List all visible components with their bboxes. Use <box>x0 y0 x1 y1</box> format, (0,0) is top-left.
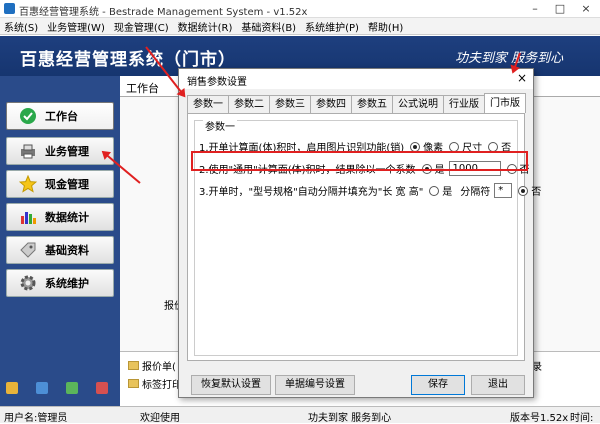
dialog-titlebar: 销售参数设置 × <box>179 69 533 89</box>
menu-cash[interactable]: 现金管理(C) <box>114 19 169 34</box>
banner-title: 百惠经营管理系统（门市） <box>20 50 236 70</box>
lock-icon[interactable] <box>6 382 18 394</box>
dialog-title: 销售参数设置 <box>187 77 247 88</box>
list-item[interactable]: 报价单( <box>128 358 176 373</box>
sidebar-item-label: 数据统计 <box>45 211 89 224</box>
menu-statistics[interactable]: 数据统计(R) <box>178 19 233 34</box>
menu-maintenance[interactable]: 系统维护(P) <box>305 19 359 34</box>
option-label: 3.开单时，"型号规格"自动分隔并填充为"长 宽 高" <box>199 187 424 198</box>
tab-industry[interactable]: 行业版 <box>443 95 485 113</box>
tab-param-3[interactable]: 参数三 <box>269 95 311 113</box>
info-icon[interactable] <box>36 382 48 394</box>
sidebar-item-business[interactable]: 业务管理 <box>6 137 114 165</box>
minimize-button[interactable]: – <box>527 1 543 17</box>
group-title: 参数一 <box>203 118 237 133</box>
radio-yes[interactable] <box>429 185 440 196</box>
dialog-close-button[interactable]: × <box>517 71 527 85</box>
sidebar-item-label: 工作台 <box>45 110 78 123</box>
banner-slogan: 功夫到家 服务到心 <box>455 51 564 66</box>
tab-param-5[interactable]: 参数五 <box>351 95 393 113</box>
exit-icon[interactable] <box>96 382 108 394</box>
tab-store[interactable]: 门市版 <box>484 93 526 113</box>
list-item[interactable]: 标签打印 <box>128 376 182 391</box>
separator-input[interactable]: * <box>494 183 513 198</box>
sidebar-item-maintenance[interactable]: 系统维护 <box>6 269 114 297</box>
radio-pixel[interactable] <box>410 141 421 152</box>
status-slogan: 功夫到家 服务到心 <box>308 413 392 424</box>
star-icon <box>19 175 37 193</box>
numbering-settings-button[interactable]: 单据编号设置 <box>275 375 355 395</box>
radio-size[interactable] <box>449 141 460 152</box>
status-welcome: 欢迎使用 <box>140 413 180 424</box>
sidebar: 工作台 业务管理 现金管理 数据统计 基础资料 系统维护 <box>0 76 120 406</box>
tag-icon <box>19 241 37 259</box>
menu-help[interactable]: 帮助(H) <box>368 19 403 34</box>
status-user: 用户名:管理员 <box>4 413 68 424</box>
app-icon <box>4 3 15 14</box>
sidebar-item-basic-data[interactable]: 基础资料 <box>6 236 114 264</box>
menu-business[interactable]: 业务管理(W) <box>47 19 105 34</box>
highlight-box <box>191 151 528 171</box>
sidebar-item-label: 系统维护 <box>45 277 89 290</box>
tab-workbench[interactable]: 工作台 <box>126 80 159 96</box>
dialog-tabs: 参数一 参数二 参数三 参数四 参数五 公式说明 行业版 门市版 <box>187 93 526 113</box>
save-button[interactable]: 保存 <box>411 375 465 395</box>
printer-icon <box>19 142 37 160</box>
refresh-icon[interactable] <box>66 382 78 394</box>
status-version: 版本号1.52x <box>510 413 569 424</box>
sidebar-item-statistics[interactable]: 数据统计 <box>6 203 114 231</box>
tab-param-2[interactable]: 参数二 <box>228 95 270 113</box>
sidebar-item-label: 现金管理 <box>45 178 89 191</box>
radio-no[interactable] <box>488 141 499 152</box>
gear-icon <box>19 274 37 292</box>
menu-system[interactable]: 系统(S) <box>4 19 38 34</box>
close-button[interactable]: × <box>578 1 594 17</box>
tab-formula[interactable]: 公式说明 <box>392 95 444 113</box>
tab-param-1[interactable]: 参数一 <box>187 95 229 113</box>
sidebar-item-workbench[interactable]: 工作台 <box>6 102 114 130</box>
restore-defaults-button[interactable]: 恢复默认设置 <box>191 375 271 395</box>
window-title: 百惠经营管理系统 - Bestrade Management System - … <box>19 7 308 18</box>
maximize-button[interactable]: □ <box>552 1 568 17</box>
folder-icon <box>128 379 139 388</box>
sales-settings-dialog: 销售参数设置 × 参数一 参数二 参数三 参数四 参数五 公式说明 行业版 门市… <box>178 68 541 398</box>
status-bar: 用户名:管理员 欢迎使用 功夫到家 服务到心 版本号1.52x 时间: <box>0 406 600 424</box>
status-time: 时间: <box>570 413 594 424</box>
option-row-3: 3.开单时，"型号规格"自动分隔并填充为"长 宽 高" 是 分隔符 * 否 <box>199 183 542 198</box>
check-icon <box>19 107 37 125</box>
sidebar-item-label: 业务管理 <box>45 145 89 158</box>
bar-chart-icon <box>19 208 37 226</box>
sidebar-item-cash[interactable]: 现金管理 <box>6 170 114 198</box>
tab-param-4[interactable]: 参数四 <box>310 95 352 113</box>
exit-button[interactable]: 退出 <box>471 375 525 395</box>
sidebar-item-label: 基础资料 <box>45 244 89 257</box>
radio-no[interactable] <box>518 185 529 196</box>
menu-bar: 系统(S) 业务管理(W) 现金管理(C) 数据统计(R) 基础资料(B) 系统… <box>0 18 600 35</box>
folder-icon <box>128 361 139 370</box>
menu-basic-data[interactable]: 基础资料(B) <box>241 19 296 34</box>
sidebar-bottom-icons <box>6 382 108 394</box>
window-titlebar: 百惠经营管理系统 - Bestrade Management System - … <box>0 0 600 18</box>
